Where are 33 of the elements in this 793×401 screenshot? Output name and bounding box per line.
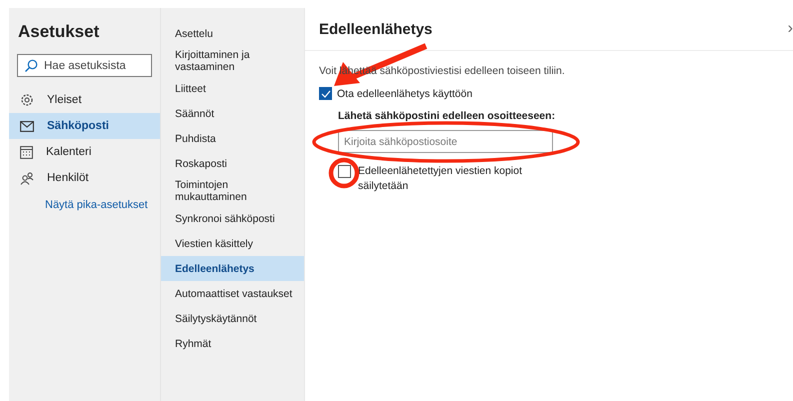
category-item[interactable]: Sähköposti — [9, 113, 160, 139]
enable-checkbox[interactable] — [319, 87, 332, 100]
subnav-item[interactable]: Asettelu — [161, 21, 304, 46]
calendar-icon — [20, 146, 33, 158]
address-field[interactable]: Kirjoita sähköpostiosoite — [338, 130, 553, 153]
subnav-item[interactable]: Automaattiset vastaukset — [161, 281, 304, 306]
subnav-item[interactable]: Toimintojen mukauttaminen — [161, 176, 304, 206]
panel-title: Edelleenlähetys — [319, 20, 432, 38]
category-item[interactable]: Kalenteri — [9, 139, 160, 165]
subnav-item[interactable]: Ryhmät — [161, 331, 304, 356]
enable-label: Ota edelleenlähetys käyttöön — [337, 88, 472, 100]
subnav-item[interactable]: Roskaposti — [161, 151, 304, 176]
gear-icon — [20, 93, 34, 107]
circle-annotation — [328, 158, 360, 188]
subnav-item[interactable]: Kirjoittaminen ja vastaaminen — [161, 46, 304, 76]
expand-icon[interactable]: › — [788, 20, 793, 38]
subnav-item[interactable]: Liitteet — [161, 76, 304, 101]
subnav-item[interactable]: Säilytyskäytännöt — [161, 306, 304, 331]
settings-title: Asetukset — [18, 22, 100, 42]
keep-copy-label: Edelleenlähetettyjen viestien kopiot säilytetään — [358, 164, 524, 194]
quick-settings-link[interactable]: Näytä pika-asetukset — [45, 199, 160, 211]
subnav-item[interactable]: Synkronoi sähköposti — [161, 206, 304, 231]
address-label: Lähetä sähköpostini edelleen osoitteeseen: — [338, 110, 556, 122]
subnav-item[interactable]: Puhdista — [161, 126, 304, 151]
people-icon — [20, 172, 34, 184]
mail-icon — [20, 120, 34, 132]
category-item[interactable]: Yleiset — [9, 87, 160, 113]
search-field[interactable]: Hae asetuksista — [17, 54, 152, 77]
subnav-item[interactable]: Viestien käsittely — [161, 231, 304, 256]
category-item[interactable]: Henkilöt — [9, 165, 160, 191]
subnav-item[interactable]: Edelleenlähetys — [161, 256, 304, 281]
subnav-item[interactable]: Säännöt — [161, 101, 304, 126]
keep-copy-checkbox[interactable] — [338, 165, 351, 178]
